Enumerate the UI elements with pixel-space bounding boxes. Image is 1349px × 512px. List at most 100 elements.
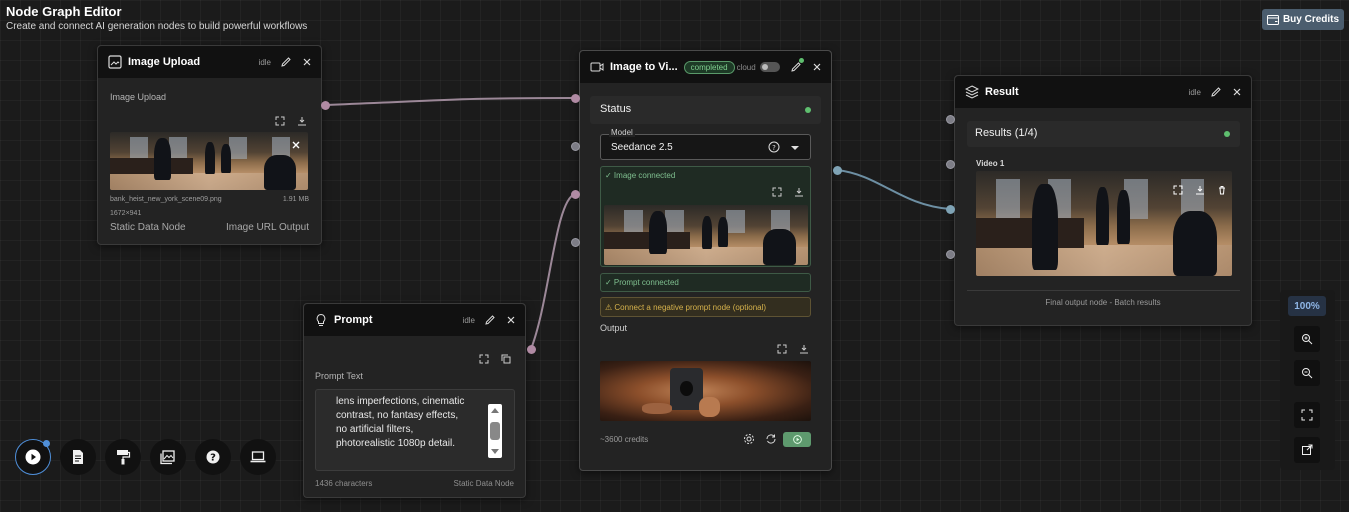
- status-section: Status: [590, 96, 821, 124]
- edit-icon[interactable]: [790, 58, 804, 73]
- laptop-icon: [250, 449, 266, 465]
- divider: [967, 290, 1240, 291]
- help-icon[interactable]: ?: [768, 141, 780, 153]
- result-input-port-1[interactable]: [946, 115, 955, 124]
- lightbulb-icon: [314, 313, 328, 327]
- prompt-node-header[interactable]: Prompt idle: [304, 304, 525, 336]
- fit-view-icon: [1301, 409, 1313, 421]
- edit-icon[interactable]: [484, 314, 496, 326]
- image-upload-node[interactable]: Image Upload idle Image Upload bank_heis…: [97, 45, 322, 245]
- result-node-header[interactable]: Result idle: [955, 76, 1251, 108]
- play-icon: [25, 449, 41, 465]
- copy-icon[interactable]: [500, 353, 512, 365]
- cloud-toggle[interactable]: [759, 62, 780, 72]
- close-icon[interactable]: [505, 314, 517, 326]
- zoom-level: 100%: [1288, 296, 1326, 316]
- file-name: bank_heist_new_york_scene09.png: [110, 196, 222, 203]
- page-title: Node Graph Editor: [6, 4, 122, 19]
- zoom-in-button[interactable]: [1294, 326, 1320, 352]
- download-icon[interactable]: [1194, 184, 1206, 196]
- completed-badge: completed: [683, 60, 735, 74]
- paint-roller-icon: [115, 449, 131, 465]
- open-external-button[interactable]: [1294, 437, 1320, 463]
- edit-icon[interactable]: [1210, 86, 1222, 98]
- image-upload-node-header[interactable]: Image Upload idle: [98, 46, 321, 78]
- prompt-output-port[interactable]: [527, 345, 536, 354]
- image-input-port[interactable]: [571, 94, 580, 103]
- gallery-icon: [160, 449, 176, 465]
- document-button[interactable]: [60, 439, 96, 475]
- zoom-controls: 100%: [1280, 290, 1335, 470]
- result-input-port-3[interactable]: [946, 205, 955, 214]
- refresh-icon[interactable]: [765, 433, 777, 445]
- play-circle-icon: [792, 435, 802, 444]
- close-icon[interactable]: [1231, 86, 1243, 98]
- download-icon[interactable]: [296, 115, 308, 127]
- style-button[interactable]: [105, 439, 141, 475]
- image-dimensions: 1672×941: [110, 210, 142, 217]
- top-bar: Node Graph Editor Create and connect AI …: [0, 0, 1349, 40]
- expand-icon[interactable]: [274, 115, 286, 127]
- prompt-node[interactable]: Prompt idle Prompt Text lens imperfectio…: [303, 303, 526, 498]
- image-connected-panel: ✓ Image connected: [600, 166, 811, 267]
- prompt-input-port[interactable]: [571, 190, 580, 199]
- negative-prompt-input-port[interactable]: [571, 238, 580, 247]
- gallery-button[interactable]: [150, 439, 186, 475]
- video-label: Video 1: [976, 159, 1005, 168]
- svg-text:?: ?: [210, 453, 216, 464]
- zoom-out-button[interactable]: [1294, 360, 1320, 386]
- model-select[interactable]: Model Seedance 2.5 ?: [600, 128, 811, 160]
- expand-icon[interactable]: [1172, 184, 1184, 196]
- status-dot: [1224, 131, 1230, 137]
- result-node[interactable]: Result idle Results (1/4) Video 1 Final …: [954, 75, 1252, 326]
- end-image-input-port[interactable]: [571, 142, 580, 151]
- uploaded-image-preview[interactable]: [110, 132, 308, 190]
- run-button[interactable]: [783, 432, 811, 447]
- connected-image-preview[interactable]: [604, 205, 808, 265]
- image-to-video-node[interactable]: Image to Vi... completed cloud Status Mo…: [579, 50, 832, 471]
- credits-cost: ~3600 credits: [600, 435, 649, 444]
- result-input-port-2[interactable]: [946, 160, 955, 169]
- run-workflow-button[interactable]: [15, 439, 51, 475]
- image-connected-text: ✓ Image connected: [605, 171, 676, 180]
- zoom-in-icon: [1301, 333, 1313, 345]
- page-subtitle: Create and connect AI generation nodes t…: [6, 21, 308, 32]
- remove-image-icon[interactable]: [290, 139, 302, 151]
- status-dot: [805, 107, 811, 113]
- video-output-port[interactable]: [833, 166, 842, 175]
- result-node-title: Result: [985, 86, 1019, 98]
- prompt-textarea[interactable]: lens imperfections, cinematic contrast, …: [315, 389, 515, 471]
- prompt-connected-text: ✓ Prompt connected: [605, 278, 679, 287]
- download-icon[interactable]: [798, 343, 810, 355]
- expand-icon[interactable]: [771, 186, 783, 198]
- settings-gear-icon[interactable]: [743, 433, 755, 445]
- textarea-scrollbar[interactable]: [488, 404, 502, 458]
- trash-icon[interactable]: [1216, 184, 1228, 196]
- negative-prompt-hint: ⚠ Connect a negative prompt node (option…: [600, 297, 811, 317]
- result-footer: Final output node - Batch results: [1045, 298, 1161, 307]
- output-video-preview[interactable]: [600, 361, 811, 421]
- edit-icon[interactable]: [280, 56, 292, 68]
- prompt-node-title: Prompt: [334, 314, 373, 326]
- status-badge: idle: [462, 315, 475, 325]
- result-input-port-4[interactable]: [946, 250, 955, 259]
- file-size: 1.91 MB: [282, 196, 309, 203]
- image-icon: [108, 55, 122, 69]
- chevron-down-icon[interactable]: [791, 146, 799, 150]
- expand-icon[interactable]: [478, 353, 490, 365]
- buy-credits-button[interactable]: Buy Credits: [1262, 9, 1344, 30]
- output-label: Output: [600, 323, 628, 333]
- close-icon[interactable]: [811, 61, 823, 73]
- prompt-text: lens imperfections, cinematic contrast, …: [336, 396, 465, 449]
- fit-view-button[interactable]: [1294, 402, 1320, 428]
- image-to-video-node-header[interactable]: Image to Vi... completed cloud: [580, 51, 831, 83]
- image-output-port[interactable]: [321, 101, 330, 110]
- display-button[interactable]: [240, 439, 276, 475]
- download-icon[interactable]: [793, 186, 805, 198]
- close-icon[interactable]: [301, 56, 313, 68]
- notification-dot: [43, 440, 50, 447]
- output-type-label: Image URL Output: [225, 222, 309, 233]
- credit-card-icon: [1266, 14, 1279, 25]
- help-button[interactable]: ?: [195, 439, 231, 475]
- expand-icon[interactable]: [776, 343, 788, 355]
